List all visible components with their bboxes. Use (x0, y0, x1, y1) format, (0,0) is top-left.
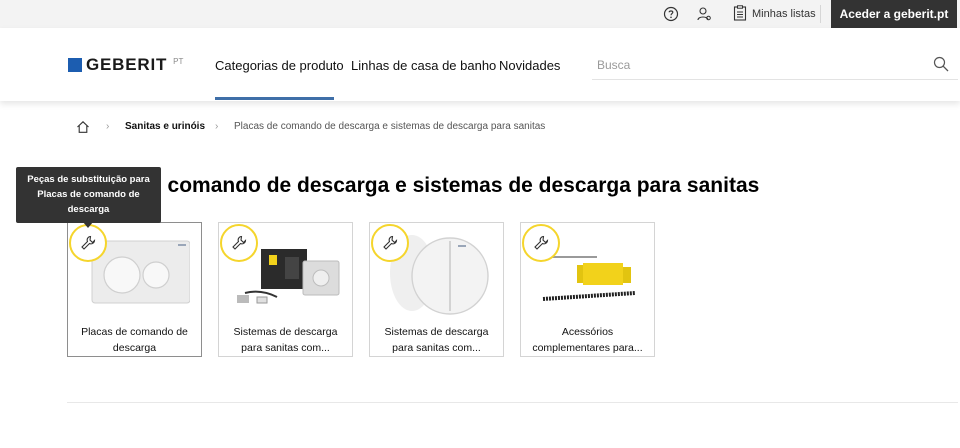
wrench-icon (81, 235, 96, 250)
page-title: e comando de descarga e sistemas de desc… (150, 174, 760, 197)
card-label: Placas de comando de descarga (72, 324, 197, 356)
nav-news[interactable]: Novidades (499, 58, 560, 73)
category-card-flush-systems-1[interactable]: Sistemas de descarga para sanitas com... (218, 222, 353, 357)
replacement-parts-badge[interactable] (69, 224, 107, 262)
card-label-line1: Sistemas de descarga (384, 326, 489, 338)
nav-active-indicator (215, 97, 334, 100)
replacement-parts-badge[interactable] (522, 224, 560, 262)
go-to-geberit-button[interactable]: Aceder a geberit.pt (831, 0, 957, 28)
main-header: GEBERIT PT Categorias de produto Linhas … (0, 28, 960, 101)
card-label-line1: Placas de comando de (81, 326, 188, 338)
utility-bar: Minhas listas Aceder a geberit.pt (0, 0, 960, 28)
user-icon[interactable] (696, 6, 712, 22)
search-box (592, 50, 958, 80)
help-icon[interactable] (663, 6, 679, 22)
breadcrumb-sanitas-urinois[interactable]: Sanitas e urinóis (125, 121, 205, 132)
tooltip-line1: Peças de substituição para (27, 174, 150, 185)
home-icon[interactable] (76, 120, 90, 134)
category-card-accessories[interactable]: Acessórios complementares para... (520, 222, 655, 357)
my-lists-link[interactable]: Minhas listas (752, 8, 816, 20)
tooltip-line2: Placas de comando de (37, 189, 140, 200)
card-label-line2: para sanitas com... (392, 342, 481, 354)
search-input[interactable] (597, 55, 917, 75)
card-label-line1: Acessórios (561, 326, 614, 338)
card-label: Sistemas de descarga para sanitas com... (374, 324, 499, 356)
nav-bathroom-lines[interactable]: Linhas de casa de banho (351, 58, 496, 73)
section-divider (67, 402, 958, 403)
replacement-parts-badge[interactable] (220, 224, 258, 262)
breadcrumb-separator: › (106, 121, 110, 132)
category-card-flush-systems-2[interactable]: Sistemas de descarga para sanitas com... (369, 222, 504, 357)
wrench-icon (534, 235, 549, 250)
replacement-parts-tooltip: Peças de substituição para Placas de com… (16, 167, 161, 223)
utility-divider (820, 5, 821, 23)
logo-square (68, 58, 82, 72)
card-label: Acessórios complementares para... (525, 324, 650, 356)
tooltip-arrow (83, 222, 93, 228)
wrench-icon (232, 235, 247, 250)
list-icon[interactable] (732, 5, 748, 21)
card-label: Sistemas de descarga para sanitas com... (223, 324, 348, 356)
category-card-flush-plates[interactable]: Placas de comando de descarga (67, 222, 202, 357)
tooltip-line3: descarga (67, 204, 110, 215)
card-label-line1: Sistemas de descarga (233, 326, 338, 338)
wrench-icon (383, 235, 398, 250)
card-label-line2: descarga (112, 342, 157, 354)
breadcrumb-current: Placas de comando de descarga e sistemas… (234, 121, 546, 132)
replacement-parts-badge[interactable] (371, 224, 409, 262)
card-label-line2: complementares para... (532, 342, 643, 354)
country-code: PT (173, 57, 184, 66)
card-label-line2: para sanitas com... (241, 342, 330, 354)
logo-text: GEBERIT (86, 55, 168, 74)
geberit-logo[interactable]: GEBERIT PT (68, 55, 184, 74)
search-icon[interactable] (933, 56, 949, 72)
breadcrumb-separator: › (215, 121, 219, 132)
nav-product-categories[interactable]: Categorias de produto (215, 58, 344, 73)
